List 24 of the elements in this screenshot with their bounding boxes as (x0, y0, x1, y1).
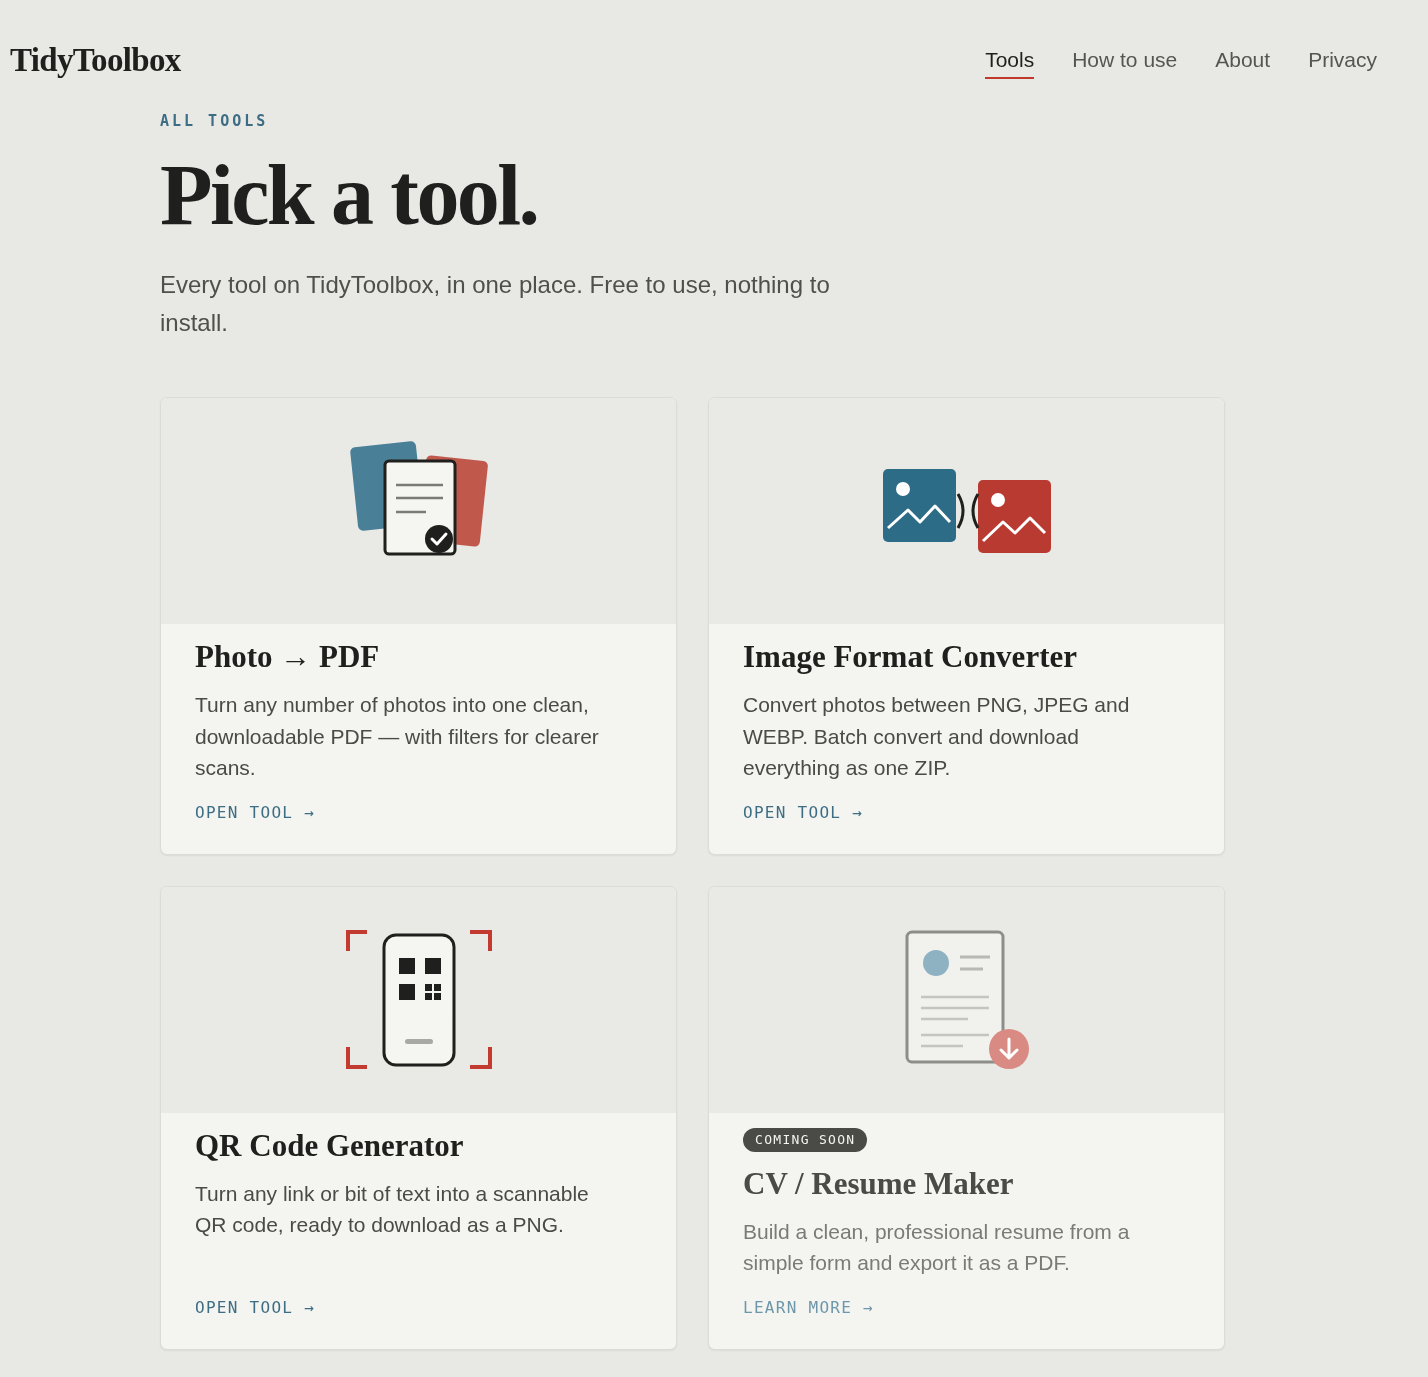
tool-card[interactable]: Image Format Converter Convert photos between PNG, JPEG and WEBP. Batch convert and download everything as one ZIP. OPEN TOOL → (708, 397, 1225, 855)
page-subtitle: Every tool on TidyToolbox, in one place. Free to use, nothing to install. (160, 270, 831, 338)
tool-card[interactable]: COMING SOON CV / Resume Maker Build a clean, professional resume from a simple form and export it as a PDF. LEARN MORE → (708, 885, 1225, 1350)
card-title: Photo → PDF (195, 638, 380, 676)
card-description: Turn any number of photos into one clean, downloadable PDF — with filters for clearer scans. (195, 692, 600, 781)
card-description: Build a clean, professional resume from a simple form and export it as a PDF. (743, 1218, 1131, 1276)
card-title: QR Code Generator (195, 1126, 464, 1165)
open-tool-link[interactable]: OPEN TOOL → (195, 802, 316, 823)
nav-link[interactable]: About (1215, 41, 1271, 79)
tool-card[interactable]: QR Code Generator Turn any link or bit of text into a scannable QR code, ready to download as a PNG. OPEN TOOL → (160, 885, 677, 1350)
nav-link[interactable]: Tools (985, 41, 1035, 79)
nav-link[interactable]: How to use (1072, 41, 1178, 79)
card-description: Turn any link or bit of text into a scannable QR code, ready to download as a PNG. (195, 1180, 590, 1238)
open-tool-link[interactable]: OPEN TOOL → (743, 802, 864, 823)
site-logo[interactable]: TidyToolbox (10, 40, 181, 80)
open-tool-link[interactable]: OPEN TOOL → (195, 1297, 316, 1318)
section-eyebrow: ALL TOOLS (160, 112, 269, 130)
card-title: CV / Resume Maker (743, 1164, 1014, 1203)
card-description: Convert photos between PNG, JPEG and WEBP. Batch convert and download everything as one ZIP. (743, 692, 1131, 781)
page-title: Pick a tool. (160, 150, 538, 240)
nav-link[interactable]: Privacy (1308, 41, 1377, 79)
status-badge: COMING SOON (743, 1127, 868, 1152)
tool-card[interactable]: Photo → PDF Turn any number of photos into one clean, downloadable PDF — with filters for clearer scans. OPEN TOOL → (160, 397, 677, 855)
card-title: Image Format Converter (743, 638, 1077, 676)
